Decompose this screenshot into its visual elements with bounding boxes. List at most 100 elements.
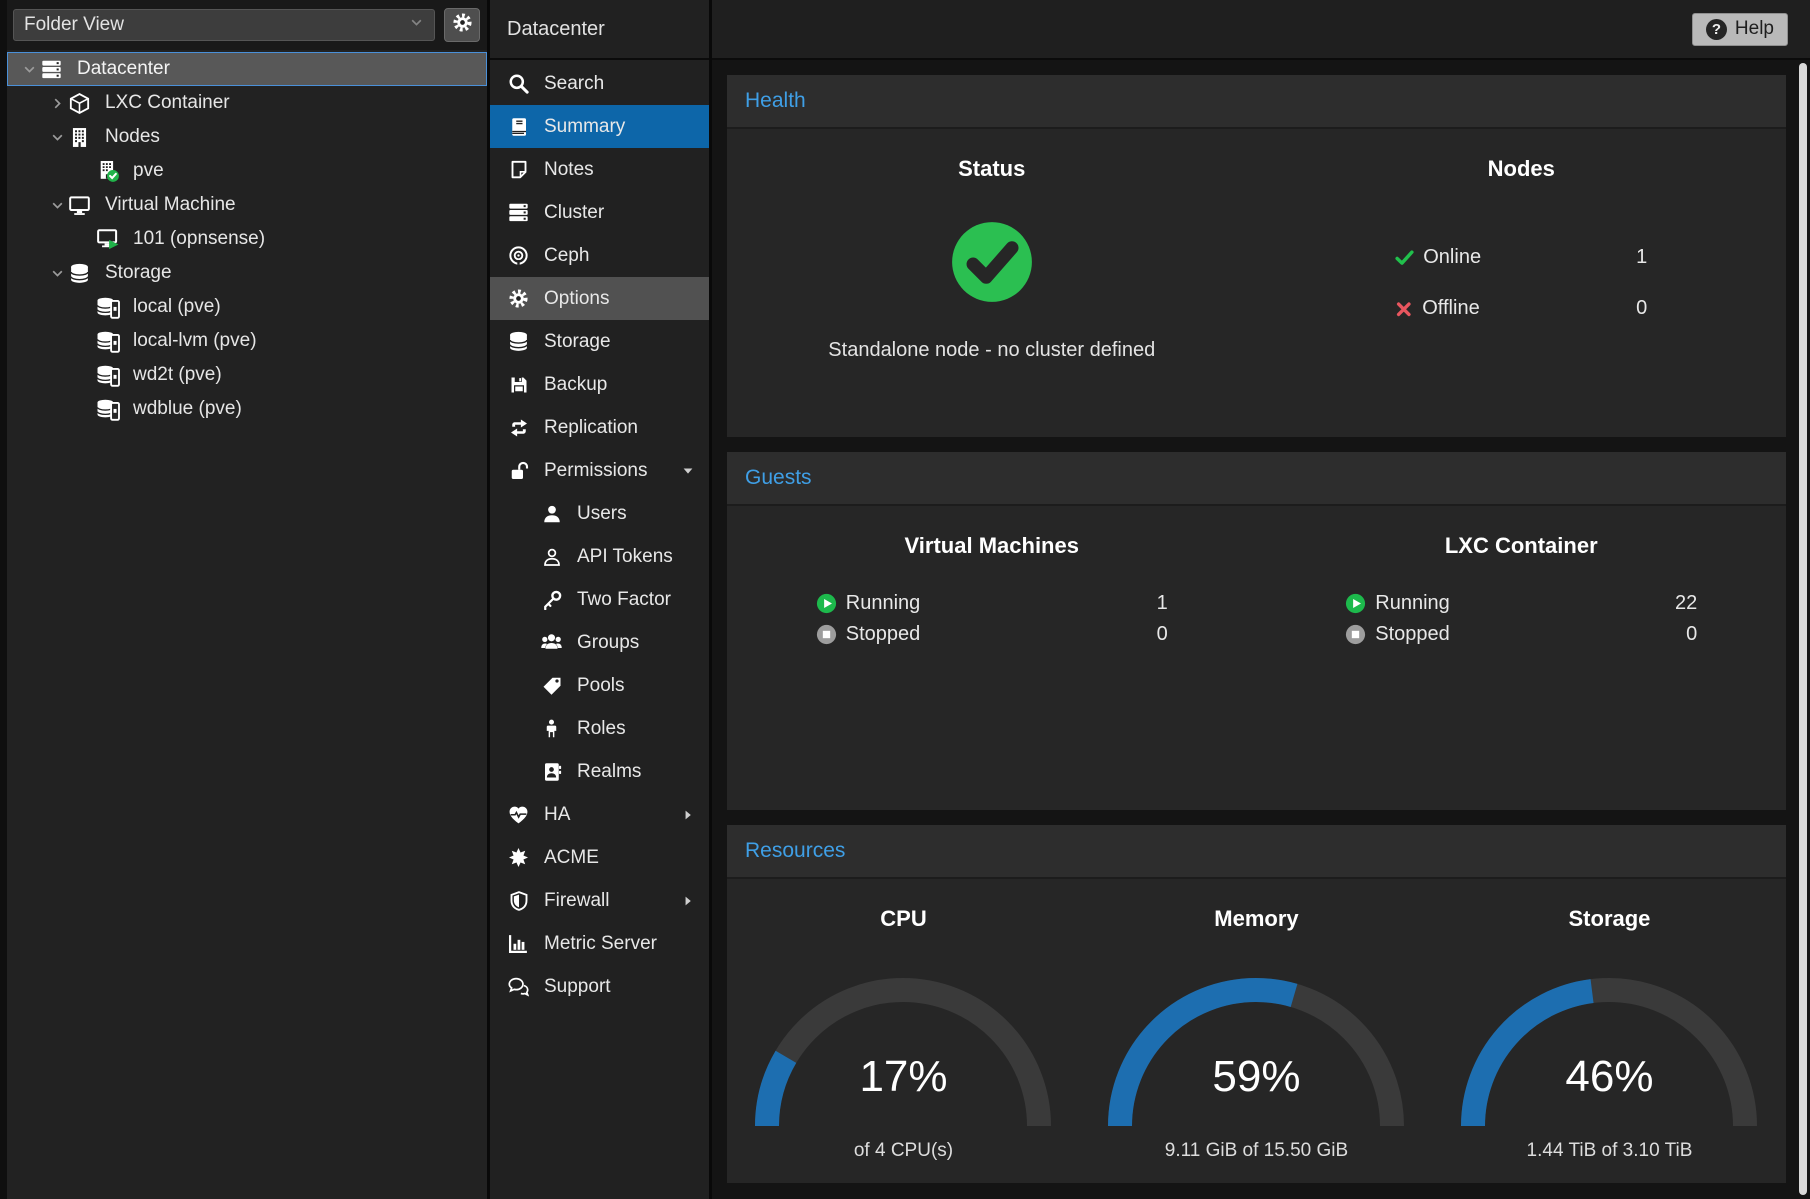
tree-item-wdblue-pve[interactable]: wdblue (pve)	[7, 392, 487, 426]
nav-item-ceph[interactable]: Ceph	[490, 234, 709, 277]
tree-item-label: pve	[133, 160, 164, 182]
nav-item-summary[interactable]: Summary	[490, 105, 709, 148]
guests-panel: Guests Virtual MachinesRunning1Stopped0L…	[727, 452, 1786, 810]
nav-item-two-factor[interactable]: Two Factor	[490, 578, 709, 621]
chevron-down-icon[interactable]	[17, 62, 41, 77]
tree-item-nodes[interactable]: Nodes	[7, 120, 487, 154]
tree-item-label: Storage	[105, 262, 172, 284]
building-icon	[69, 127, 99, 148]
guest-state-count: 1	[1157, 592, 1168, 615]
guest-state-label: Running	[1375, 592, 1450, 615]
tree-item-label: local-lvm (pve)	[133, 330, 257, 352]
nav-item-backup[interactable]: Backup	[490, 363, 709, 406]
nav-item-label: Realms	[577, 761, 641, 783]
offline-label: Offline	[1422, 297, 1479, 320]
caret-right-icon	[681, 894, 695, 908]
play-circle-icon	[816, 593, 837, 614]
nav-item-storage[interactable]: Storage	[490, 320, 709, 363]
resource-tree: Datacenter LXC Container Nodes pve Virtual M…	[7, 50, 487, 1199]
nav-item-api-tokens[interactable]: API Tokens	[490, 535, 709, 578]
tree-item-101-opnsense[interactable]: 101 (opnsense)	[7, 222, 487, 256]
content-topbar: ? Help	[712, 0, 1810, 60]
check-circle-icon	[950, 220, 1034, 309]
gauge-detail: 9.11 GiB of 15.50 GiB	[1165, 1140, 1348, 1162]
chevron-down-icon[interactable]	[45, 130, 69, 145]
nav-item-label: Ceph	[544, 245, 589, 267]
guest-state-label: Stopped	[1375, 623, 1450, 646]
vertical-scrollbar[interactable]	[1799, 63, 1807, 1195]
nav-item-label: Cluster	[544, 202, 604, 224]
stop-circle-icon	[1345, 624, 1366, 645]
nav-item-metric-server[interactable]: Metric Server	[490, 922, 709, 965]
tree-item-label: LXC Container	[105, 92, 230, 114]
person-icon	[539, 719, 564, 738]
tree-item-lxc-container[interactable]: LXC Container	[7, 86, 487, 120]
nav-item-search[interactable]: Search	[490, 62, 709, 105]
tree-item-wd2t-pve[interactable]: wd2t (pve)	[7, 358, 487, 392]
gauge-percent: 59%	[1106, 1052, 1406, 1102]
nav-item-pools[interactable]: Pools	[490, 664, 709, 707]
storage-drive-icon	[97, 296, 127, 319]
play-circle-icon	[1345, 593, 1366, 614]
nav-panel: Datacenter SearchSummaryNotesClusterCeph…	[490, 0, 712, 1199]
chevron-down-icon[interactable]	[45, 198, 69, 213]
users-icon	[539, 632, 564, 653]
storage-gauge-column: Storage 46%1.44 TiB of 3.10 TiB	[1433, 879, 1786, 1183]
nav-item-groups[interactable]: Groups	[490, 621, 709, 664]
nav-item-firewall[interactable]: Firewall	[490, 879, 709, 922]
tree-toolbar: Folder View	[7, 0, 487, 50]
nav-item-label: Metric Server	[544, 933, 657, 955]
guests-panel-body: Virtual MachinesRunning1Stopped0LXC Cont…	[727, 506, 1786, 810]
nav-item-label: ACME	[544, 847, 599, 869]
help-button[interactable]: ? Help	[1692, 13, 1788, 46]
health-panel-header: Health	[727, 75, 1786, 129]
view-mode-select[interactable]: Folder View	[13, 9, 435, 41]
tree-item-storage[interactable]: Storage	[7, 256, 487, 290]
nav-item-label: Firewall	[544, 890, 609, 912]
desktop-running-icon	[97, 228, 127, 250]
tree-item-pve[interactable]: pve	[7, 154, 487, 188]
nav-item-realms[interactable]: Realms	[490, 750, 709, 793]
gauge-percent: 46%	[1459, 1052, 1759, 1102]
nav-item-roles[interactable]: Roles	[490, 707, 709, 750]
gauge-percent: 17%	[753, 1052, 1053, 1102]
tree-item-label: local (pve)	[133, 296, 221, 318]
nav-item-notes[interactable]: Notes	[490, 148, 709, 191]
resource-tree-panel: Folder View Datacenter LXC Container Nodes…	[0, 0, 490, 1199]
nav-item-label: Options	[544, 288, 609, 310]
chevron-down-icon[interactable]	[45, 266, 69, 281]
resources-title: Resources	[745, 839, 845, 863]
status-message: Standalone node - no cluster defined	[828, 339, 1155, 362]
burst-icon	[506, 848, 531, 867]
nav-item-replication[interactable]: Replication	[490, 406, 709, 449]
online-label: Online	[1423, 246, 1481, 269]
nav-item-support[interactable]: Support	[490, 965, 709, 1008]
nav-item-label: API Tokens	[577, 546, 673, 568]
nodes-offline-row: Offline 0	[1395, 283, 1647, 334]
nav-item-cluster[interactable]: Cluster	[490, 191, 709, 234]
tree-item-local-lvm-pve[interactable]: local-lvm (pve)	[7, 324, 487, 358]
heartbeat-icon	[506, 804, 531, 825]
tree-settings-button[interactable]	[444, 8, 480, 42]
tree-item-local-pve[interactable]: local (pve)	[7, 290, 487, 324]
guest-state-label: Stopped	[846, 623, 921, 646]
tree-item-datacenter[interactable]: Datacenter	[7, 52, 487, 86]
cross-icon	[1395, 300, 1413, 318]
tag-icon	[539, 676, 564, 696]
gauge-detail: of 4 CPU(s)	[854, 1140, 953, 1162]
memory-gauge: 59%	[1106, 976, 1406, 1136]
ceph-icon	[506, 245, 531, 266]
tree-item-virtual-machine[interactable]: Virtual Machine	[7, 188, 487, 222]
storage-drive-icon	[97, 398, 127, 421]
gauge-heading: Storage	[1569, 906, 1651, 932]
nav-item-ha[interactable]: HA	[490, 793, 709, 836]
nav-item-users[interactable]: Users	[490, 492, 709, 535]
nav-item-options[interactable]: Options	[490, 277, 709, 320]
chevron-right-icon[interactable]	[45, 96, 69, 111]
guests-panel-header: Guests	[727, 452, 1786, 506]
offline-count: 0	[1636, 297, 1647, 320]
storage-drive-icon	[97, 330, 127, 353]
nav-item-acme[interactable]: ACME	[490, 836, 709, 879]
status-heading: Status	[958, 156, 1025, 182]
nav-item-permissions[interactable]: Permissions	[490, 449, 709, 492]
